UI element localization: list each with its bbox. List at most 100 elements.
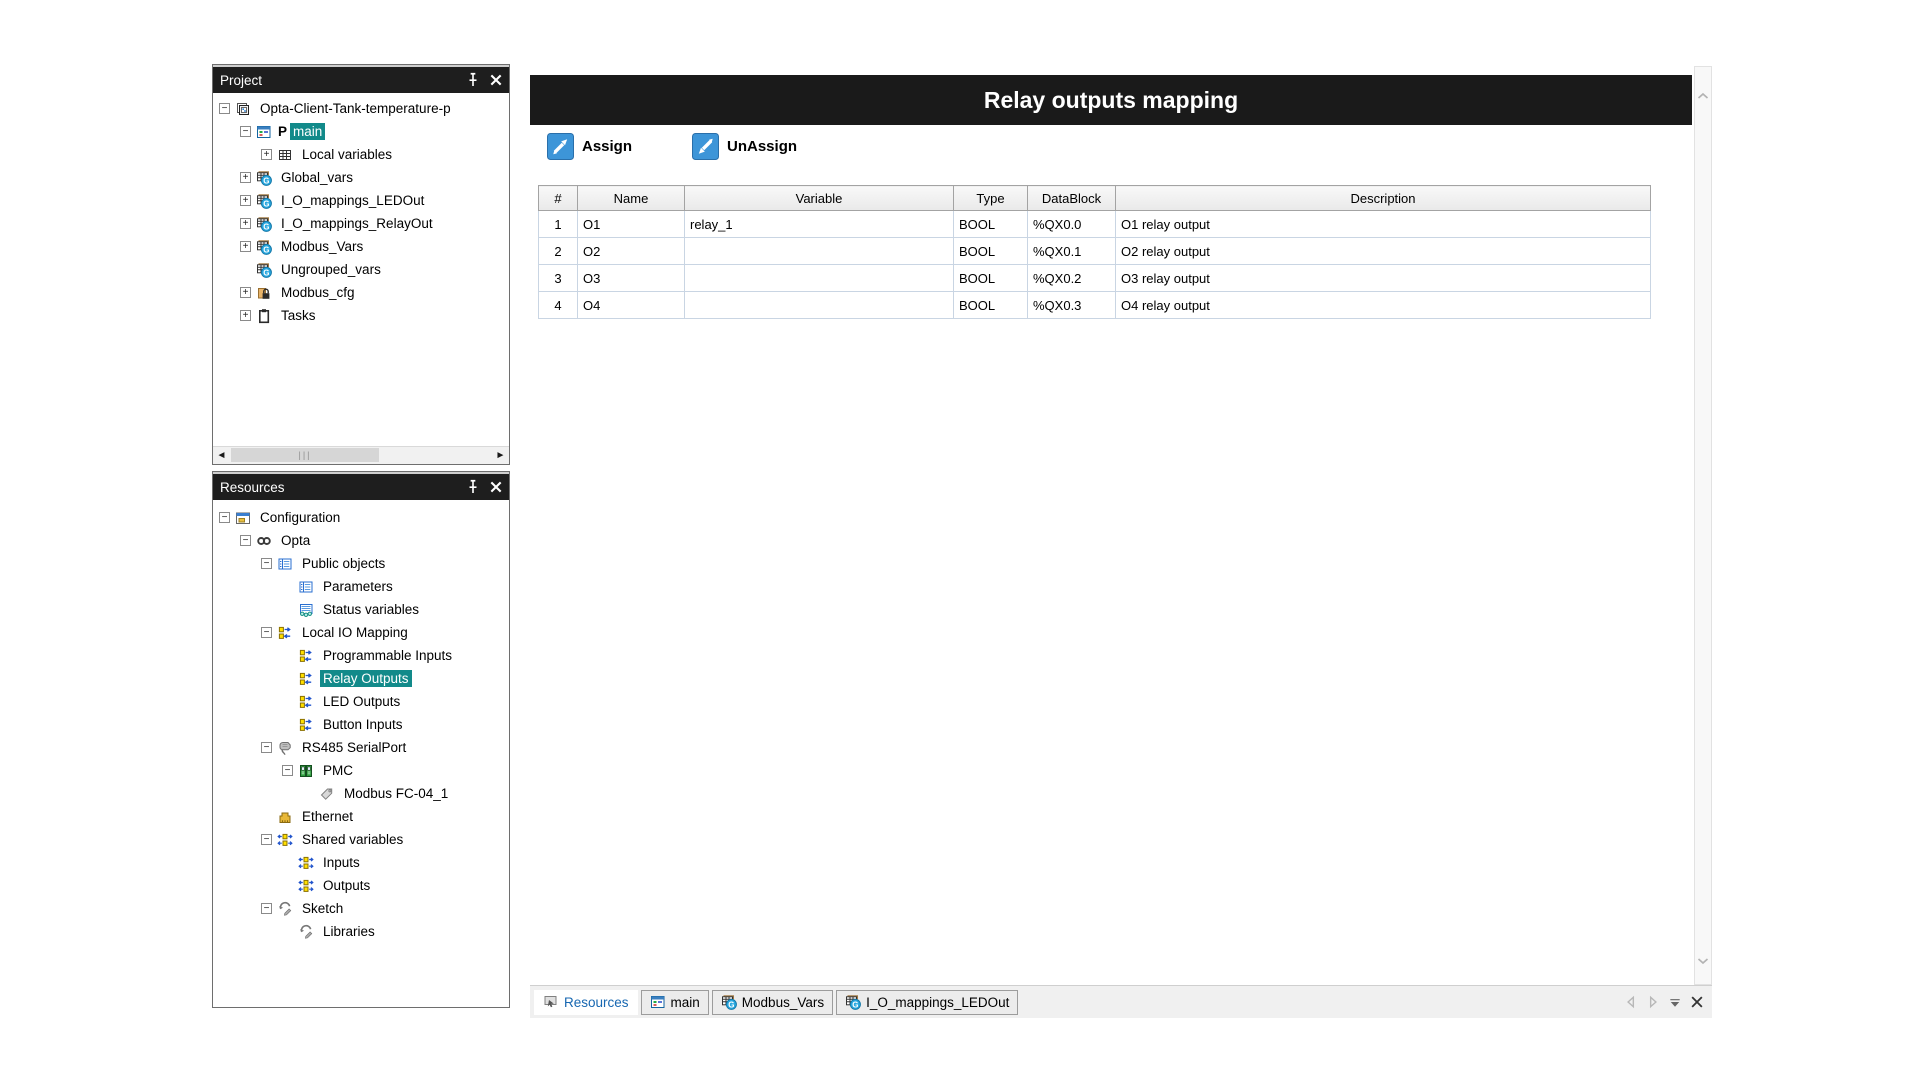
tree-item-i-o-mappings-ledout[interactable]: +GI_O_mappings_LEDOut [213,189,509,212]
collapse-icon[interactable]: − [219,512,230,523]
table-row[interactable]: 3O3 BOOL%QX0.2O3 relay output [539,265,1651,292]
mapping-toolbar: Assign UnAssign [547,131,797,161]
cell-description[interactable]: O3 relay output [1116,265,1651,292]
tab-menu-icon[interactable] [1668,995,1682,1009]
tab-main[interactable]: main [641,990,709,1015]
chevron-up-icon[interactable] [1696,89,1710,105]
cell-datablock[interactable]: %QX0.1 [1028,238,1116,265]
expand-icon[interactable]: + [240,287,251,298]
close-document-icon[interactable] [1690,995,1704,1009]
tree-item-i-o-mappings-relayout[interactable]: +GI_O_mappings_RelayOut [213,212,509,235]
cell-index[interactable]: 2 [539,238,578,265]
tree-item-tasks[interactable]: +Tasks [213,304,509,327]
unassign-button[interactable]: UnAssign [692,133,797,160]
cell-name[interactable]: O1 [578,211,685,238]
collapse-icon[interactable]: − [261,627,272,638]
collapse-icon[interactable]: − [240,126,251,137]
tab-i-o-mappings-ledout[interactable]: GI_O_mappings_LEDOut [836,990,1018,1015]
tab-resources[interactable]: Resources [534,990,638,1015]
collapse-icon[interactable]: − [219,103,230,114]
expand-icon[interactable]: + [240,310,251,321]
collapse-icon[interactable]: − [261,834,272,845]
tree-item-label: Public objects [299,555,388,572]
cell-type[interactable]: BOOL [954,265,1028,292]
cell-description[interactable]: O2 relay output [1116,238,1651,265]
tree-item-modbus-fc-04-1[interactable]: Modbus FC-04_1 [213,782,509,805]
scrollbar-thumb[interactable]: ||| [231,448,379,462]
cell-name[interactable]: O4 [578,292,685,319]
tree-item-status-variables[interactable]: Status variables [213,598,509,621]
vertical-scrollbar[interactable] [1694,66,1712,985]
tree-item-modbus-cfg[interactable]: +Modbus_cfg [213,281,509,304]
tab-modbus-vars[interactable]: GModbus_Vars [712,990,833,1015]
cell-variable[interactable] [685,238,954,265]
close-icon[interactable] [489,73,503,87]
tree-item-local-io-mapping[interactable]: −Local IO Mapping [213,621,509,644]
next-tab-icon[interactable] [1646,995,1660,1009]
tree-item-global-vars[interactable]: +GGlobal_vars [213,166,509,189]
tree-item-rs485-serialport[interactable]: −RS485 SerialPort [213,736,509,759]
cell-type[interactable]: BOOL [954,292,1028,319]
cell-type[interactable]: BOOL [954,211,1028,238]
prev-tab-icon[interactable] [1624,995,1638,1009]
cell-index[interactable]: 4 [539,292,578,319]
collapse-icon[interactable]: − [261,558,272,569]
assign-button[interactable]: Assign [547,133,632,160]
sketch-icon [298,924,315,940]
tree-item-main[interactable]: −Pmain [213,120,509,143]
cell-datablock[interactable]: %QX0.3 [1028,292,1116,319]
cell-variable[interactable] [685,292,954,319]
tree-item-public-objects[interactable]: − Public objects [213,552,509,575]
tree-item-programmable-inputs[interactable]: Programmable Inputs [213,644,509,667]
cell-index[interactable]: 3 [539,265,578,292]
cell-name[interactable]: O3 [578,265,685,292]
table-row[interactable]: 1O1relay_1BOOL%QX0.0O1 relay output [539,211,1651,238]
scroll-left-icon[interactable]: ◄ [213,447,230,463]
cell-index[interactable]: 1 [539,211,578,238]
tree-item-outputs[interactable]: Outputs [213,874,509,897]
svg-text:G: G [728,1000,734,1009]
cell-name[interactable]: O2 [578,238,685,265]
tree-item-parameters[interactable]: Parameters [213,575,509,598]
tree-item-modbus-vars[interactable]: +GModbus_Vars [213,235,509,258]
tree-item-opta[interactable]: −Opta [213,529,509,552]
scroll-right-icon[interactable]: ► [492,447,509,463]
tree-item-ungrouped-vars[interactable]: GUngrouped_vars [213,258,509,281]
chevron-down-icon[interactable] [1696,954,1710,970]
cell-description[interactable]: O1 relay output [1116,211,1651,238]
cell-datablock[interactable]: %QX0.0 [1028,211,1116,238]
cell-datablock[interactable]: %QX0.2 [1028,265,1116,292]
expand-icon[interactable]: + [240,241,251,252]
expand-icon[interactable]: + [261,149,272,160]
collapse-icon[interactable]: − [261,903,272,914]
pin-icon[interactable] [466,480,480,494]
collapse-icon[interactable]: − [261,742,272,753]
tree-item-local-variables[interactable]: +Local variables [213,143,509,166]
collapse-icon[interactable]: − [282,765,293,776]
svg-text:G: G [263,245,269,254]
tree-item-relay-outputs[interactable]: Relay Outputs [213,667,509,690]
tree-item-configuration[interactable]: −Configuration [213,506,509,529]
cell-type[interactable]: BOOL [954,238,1028,265]
tree-item-shared-variables[interactable]: −Shared variables [213,828,509,851]
expand-icon[interactable]: + [240,218,251,229]
cell-variable[interactable]: relay_1 [685,211,954,238]
tree-item-opta-client-tank-temperature-p[interactable]: −Opta-Client-Tank-temperature-p [213,97,509,120]
cell-variable[interactable] [685,265,954,292]
collapse-icon[interactable]: − [240,535,251,546]
tree-item-pmc[interactable]: −PMC [213,759,509,782]
pin-icon[interactable] [466,73,480,87]
cell-description[interactable]: O4 relay output [1116,292,1651,319]
expand-icon[interactable]: + [240,195,251,206]
expand-icon[interactable]: + [240,172,251,183]
tree-item-led-outputs[interactable]: LED Outputs [213,690,509,713]
table-row[interactable]: 4O4 BOOL%QX0.3O4 relay output [539,292,1651,319]
tree-item-sketch[interactable]: −Sketch [213,897,509,920]
tree-item-libraries[interactable]: Libraries [213,920,509,943]
table-row[interactable]: 2O2 BOOL%QX0.1O2 relay output [539,238,1651,265]
tree-item-ethernet[interactable]: Ethernet [213,805,509,828]
tree-item-button-inputs[interactable]: Button Inputs [213,713,509,736]
tree-item-inputs[interactable]: Inputs [213,851,509,874]
close-icon[interactable] [489,480,503,494]
project-horizontal-scrollbar[interactable]: ◄ ||| ► [213,446,509,464]
